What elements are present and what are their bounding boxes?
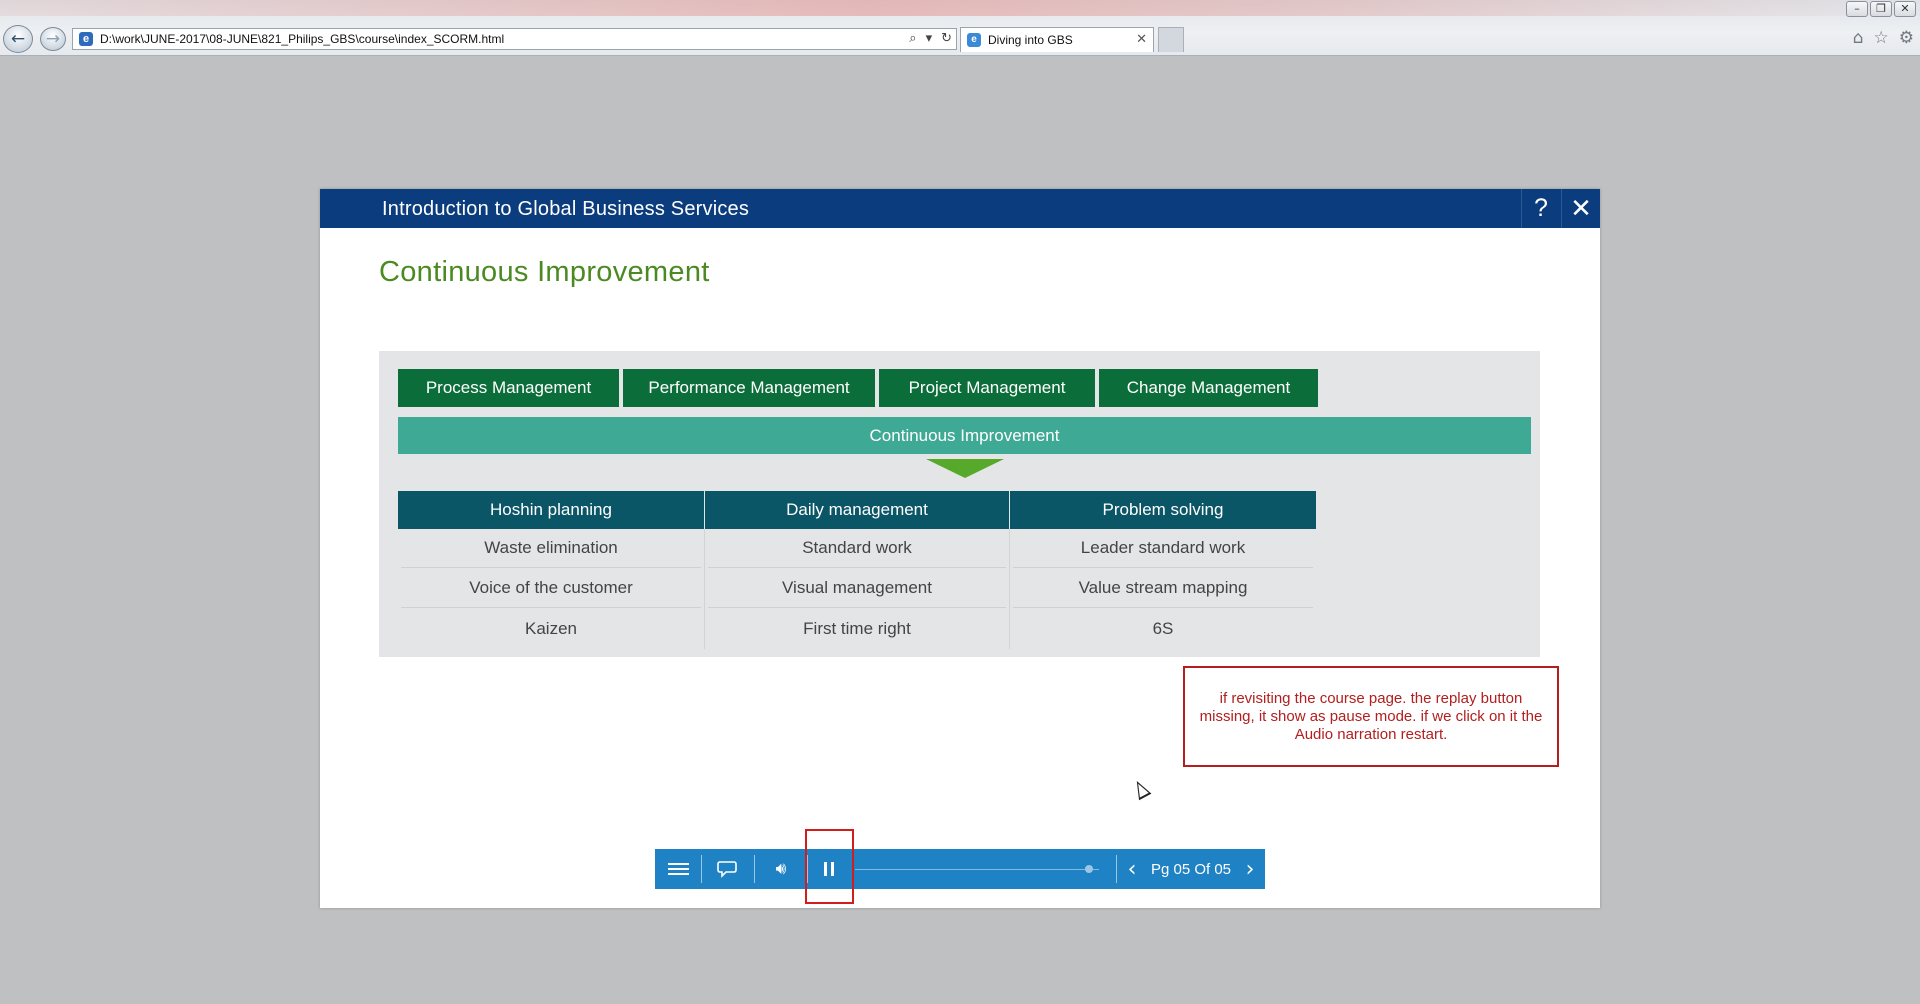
progress-knob[interactable] — [1085, 865, 1093, 873]
down-arrow-icon — [926, 459, 1004, 478]
page-indicator: Pg 05 Of 05 — [1150, 860, 1232, 878]
close-course-button[interactable]: ✕ — [1561, 189, 1600, 228]
refresh-icon[interactable]: ↻ — [941, 31, 952, 46]
ci-diagram: Process Management Performance Managemen… — [379, 351, 1540, 657]
window-controls: – ❐ ✕ — [1846, 1, 1916, 17]
menu-icon[interactable] — [655, 849, 701, 889]
page-title: Continuous Improvement — [379, 256, 710, 288]
tab-title: Diving into GBS — [988, 33, 1073, 47]
list-item: Kaizen — [525, 618, 577, 638]
list-item: Value stream mapping — [1013, 569, 1313, 608]
browser-toolbar: – ❐ ✕ ← → e D:\work\JUNE-2017\08-JUNE\82… — [0, 0, 1920, 56]
transcript-icon[interactable] — [702, 849, 752, 889]
change-management-box: Change Management — [1099, 369, 1318, 407]
home-icon[interactable]: ⌂ — [1853, 28, 1864, 48]
list-item: First time right — [803, 618, 911, 638]
search-icon[interactable]: ⌕ — [909, 31, 916, 46]
minimize-icon[interactable]: – — [1846, 1, 1868, 17]
course-title: Introduction to Global Business Services — [382, 198, 750, 220]
volume-icon[interactable]: 🔊︎ — [755, 849, 807, 889]
list-item: Leader standard work — [1013, 529, 1313, 568]
list-item: Visual management — [708, 569, 1006, 608]
tab-close-icon[interactable]: ✕ — [1136, 32, 1147, 47]
close-icon[interactable]: ✕ — [1894, 1, 1916, 17]
list-item: Waste elimination — [401, 529, 701, 568]
column-header-hoshin: Hoshin planning — [398, 491, 704, 529]
ie-page-icon: e — [79, 32, 93, 46]
dropdown-icon[interactable]: ▾ — [926, 31, 933, 46]
column-divider — [1009, 529, 1010, 649]
back-arrow-icon[interactable]: ← — [3, 25, 33, 53]
course-header: Introduction to Global Business Services… — [320, 189, 1600, 228]
forward-arrow-icon[interactable]: → — [40, 27, 66, 51]
pause-highlight-box — [805, 829, 854, 904]
separator — [1116, 855, 1117, 883]
list-item: Standard work — [708, 529, 1006, 568]
column-header-daily: Daily management — [705, 491, 1009, 529]
ie-tab-icon: e — [967, 33, 981, 47]
list-item: 6S — [1152, 618, 1174, 638]
column-header-problem: Problem solving — [1010, 491, 1316, 529]
list-item: Voice of the customer — [401, 569, 701, 608]
column-divider — [704, 529, 705, 649]
course-window: Introduction to Global Business Services… — [320, 189, 1600, 908]
title-bar — [0, 0, 1920, 16]
restore-icon[interactable]: ❐ — [1870, 1, 1892, 17]
continuous-improvement-bar: Continuous Improvement — [398, 417, 1531, 454]
help-button[interactable]: ? — [1521, 189, 1560, 228]
tab-diving-into-gbs[interactable]: e Diving into GBS ✕ — [960, 27, 1154, 52]
process-management-box: Process Management — [398, 369, 619, 407]
performance-management-box: Performance Management — [623, 369, 875, 407]
next-page-icon[interactable]: › — [1238, 849, 1262, 889]
progress-track[interactable] — [855, 869, 1099, 870]
project-management-box: Project Management — [879, 369, 1095, 407]
player-control-bar: 🔊︎ ‹ Pg 05 Of 05 › — [655, 849, 1265, 889]
new-tab-button[interactable] — [1158, 27, 1184, 52]
gear-icon[interactable]: ⚙ — [1899, 28, 1914, 48]
address-text: D:\work\JUNE-2017\08-JUNE\821_Philips_GB… — [100, 32, 505, 46]
prev-page-icon[interactable]: ‹ — [1120, 849, 1144, 889]
bug-annotation-note: if revisiting the course page. the repla… — [1183, 666, 1559, 767]
address-bar[interactable]: e D:\work\JUNE-2017\08-JUNE\821_Philips_… — [72, 28, 957, 50]
star-icon[interactable]: ☆ — [1874, 28, 1889, 48]
